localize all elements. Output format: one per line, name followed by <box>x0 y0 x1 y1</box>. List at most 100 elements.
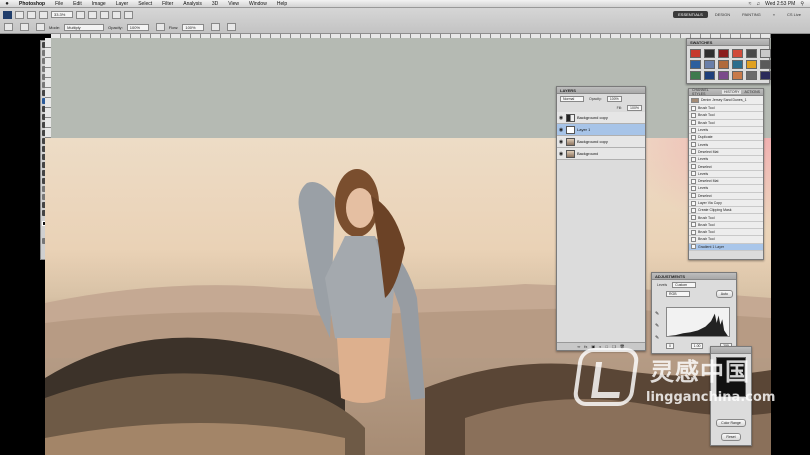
clock[interactable]: Wed 2:53 PM <box>765 1 795 7</box>
flow-input[interactable]: 100% <box>182 23 205 31</box>
history-step[interactable]: Deselect Mat <box>689 148 763 157</box>
history-step[interactable]: Levels <box>689 141 763 149</box>
mode-select[interactable]: Multiply <box>64 23 105 31</box>
hand-tool-icon[interactable] <box>76 10 85 19</box>
history-step[interactable]: Brush Tool <box>689 221 763 230</box>
history-step[interactable]: Create Clipping Mask <box>689 207 763 215</box>
swatch[interactable] <box>746 71 757 80</box>
black-point-eyedropper-icon[interactable]: ✎ <box>655 311 659 317</box>
history-step[interactable]: Deselect Mat <box>689 177 763 186</box>
swatch[interactable] <box>732 60 743 69</box>
history-step[interactable]: Brush Tool <box>689 119 763 127</box>
menu-window[interactable]: Window <box>244 1 272 7</box>
opacity-input[interactable]: 100% <box>126 23 149 31</box>
bridge-icon[interactable] <box>15 10 24 19</box>
auto-button[interactable]: Auto <box>715 289 733 298</box>
history-step[interactable]: Deselect <box>689 163 763 171</box>
layers-opacity-input[interactable]: 100% <box>606 95 622 102</box>
swatch[interactable] <box>690 71 701 80</box>
brush-size-icon[interactable] <box>20 23 29 31</box>
zoom-level[interactable]: 33.3% <box>51 11 73 18</box>
menu-filter[interactable]: Filter <box>157 1 178 7</box>
layers-panel-title[interactable]: LAYERS <box>560 88 576 93</box>
swatch[interactable] <box>718 49 729 58</box>
history-step[interactable]: Brush Tool <box>689 105 763 113</box>
spotlight-icon[interactable]: ⚲ <box>800 1 804 7</box>
history-step[interactable]: Levels <box>689 170 763 178</box>
tab-actions[interactable]: ACTIONS <box>742 90 762 94</box>
history-step[interactable]: Layer Via Copy <box>689 199 763 208</box>
swatch[interactable] <box>760 71 771 80</box>
menu-select[interactable]: Select <box>133 1 157 7</box>
layer-row[interactable]: ◉ Layer 1 <box>557 124 645 136</box>
swatches-panel-title[interactable]: SWATCHES <box>690 40 712 45</box>
swatch[interactable] <box>704 60 715 69</box>
swatch[interactable] <box>690 49 701 58</box>
ruler-horizontal[interactable] <box>51 34 771 38</box>
zoom-tool-icon[interactable] <box>88 10 97 19</box>
swatch[interactable] <box>732 71 743 80</box>
menu-photoshop[interactable]: Photoshop <box>14 1 50 7</box>
blend-mode-select[interactable]: Normal <box>560 95 584 102</box>
history-step[interactable]: Brush Tool <box>689 214 763 222</box>
menu-view[interactable]: View <box>223 1 244 7</box>
swatch[interactable] <box>690 60 701 69</box>
tablet-opacity-icon[interactable] <box>155 23 165 31</box>
cs-live[interactable]: CS Live <box>782 11 806 18</box>
eye-icon[interactable]: ◉ <box>558 139 564 145</box>
screen-mode-icon[interactable] <box>124 10 133 19</box>
workspace-design[interactable]: DESIGN <box>710 11 735 18</box>
history-step[interactable]: Levels <box>689 185 763 193</box>
airbrush-icon[interactable] <box>211 23 221 31</box>
history-step[interactable]: Levels <box>689 126 763 135</box>
tablet-size-icon[interactable] <box>227 23 237 31</box>
swatch[interactable] <box>760 60 771 69</box>
volume-icon[interactable]: ♫ <box>756 1 760 7</box>
swatch[interactable] <box>732 49 743 58</box>
layer-row[interactable]: ◉ Background copy <box>557 112 645 124</box>
channel-select[interactable]: RGB <box>666 290 690 297</box>
adjustments-panel-title[interactable]: ADJUSTMENTS <box>655 274 685 279</box>
history-snapshot[interactable]: Denim Jersey Sand Dunes_1 <box>689 96 763 105</box>
layer-row[interactable]: ◉ Background copy <box>557 136 645 148</box>
menu-3d[interactable]: 3D <box>207 1 223 7</box>
menu-help[interactable]: Help <box>272 1 292 7</box>
menu-image[interactable]: Image <box>87 1 111 7</box>
history-step[interactable]: Deselect <box>689 192 763 200</box>
eye-icon[interactable]: ◉ <box>558 115 564 121</box>
brush-panel-toggle-icon[interactable] <box>36 23 45 31</box>
layer-row[interactable]: ◉ Background <box>557 148 645 160</box>
layers-panel-header[interactable]: LAYERS <box>557 87 645 94</box>
tab-history[interactable]: HISTORY <box>722 90 742 94</box>
minibridge-icon[interactable] <box>27 10 36 19</box>
rotate-view-icon[interactable] <box>100 10 109 19</box>
apple-menu-icon[interactable]: ● <box>0 1 14 7</box>
swatch[interactable] <box>704 71 715 80</box>
wifi-icon[interactable]: ≈ <box>749 1 752 7</box>
swatch[interactable] <box>718 60 729 69</box>
menu-analysis[interactable]: Analysis <box>178 1 207 7</box>
preset-select[interactable]: Custom <box>672 281 697 288</box>
white-point-eyedropper-icon[interactable]: ✎ <box>655 335 659 341</box>
tab-channel-styles[interactable]: CHANNEL STYLES <box>690 88 721 96</box>
menu-layer[interactable]: Layer <box>111 1 134 7</box>
arrange-documents-icon[interactable] <box>112 10 121 19</box>
gray-point-eyedropper-icon[interactable]: ✎ <box>655 323 659 329</box>
workspace-essentials[interactable]: ESSENTIALS <box>673 11 708 18</box>
swatch[interactable] <box>746 60 757 69</box>
eye-icon[interactable]: ◉ <box>558 127 564 133</box>
swatch[interactable] <box>704 49 715 58</box>
view-extras-icon[interactable] <box>39 10 48 19</box>
swatch[interactable] <box>760 49 771 58</box>
history-step[interactable]: Brush Tool <box>689 112 763 120</box>
adjustments-panel-header[interactable]: ADJUSTMENTS <box>652 273 736 280</box>
brush-preset-icon[interactable] <box>4 23 13 31</box>
history-step[interactable]: Gradient 1 Layer <box>689 243 763 251</box>
layers-fill-input[interactable]: 100% <box>627 104 642 111</box>
color-range-button[interactable]: Color Range <box>716 419 746 427</box>
eye-icon[interactable]: ◉ <box>558 151 564 157</box>
menu-file[interactable]: File <box>50 1 68 7</box>
history-step[interactable]: Levels <box>689 156 763 164</box>
menu-edit[interactable]: Edit <box>68 1 87 7</box>
reset-button[interactable]: Reset <box>721 433 741 441</box>
